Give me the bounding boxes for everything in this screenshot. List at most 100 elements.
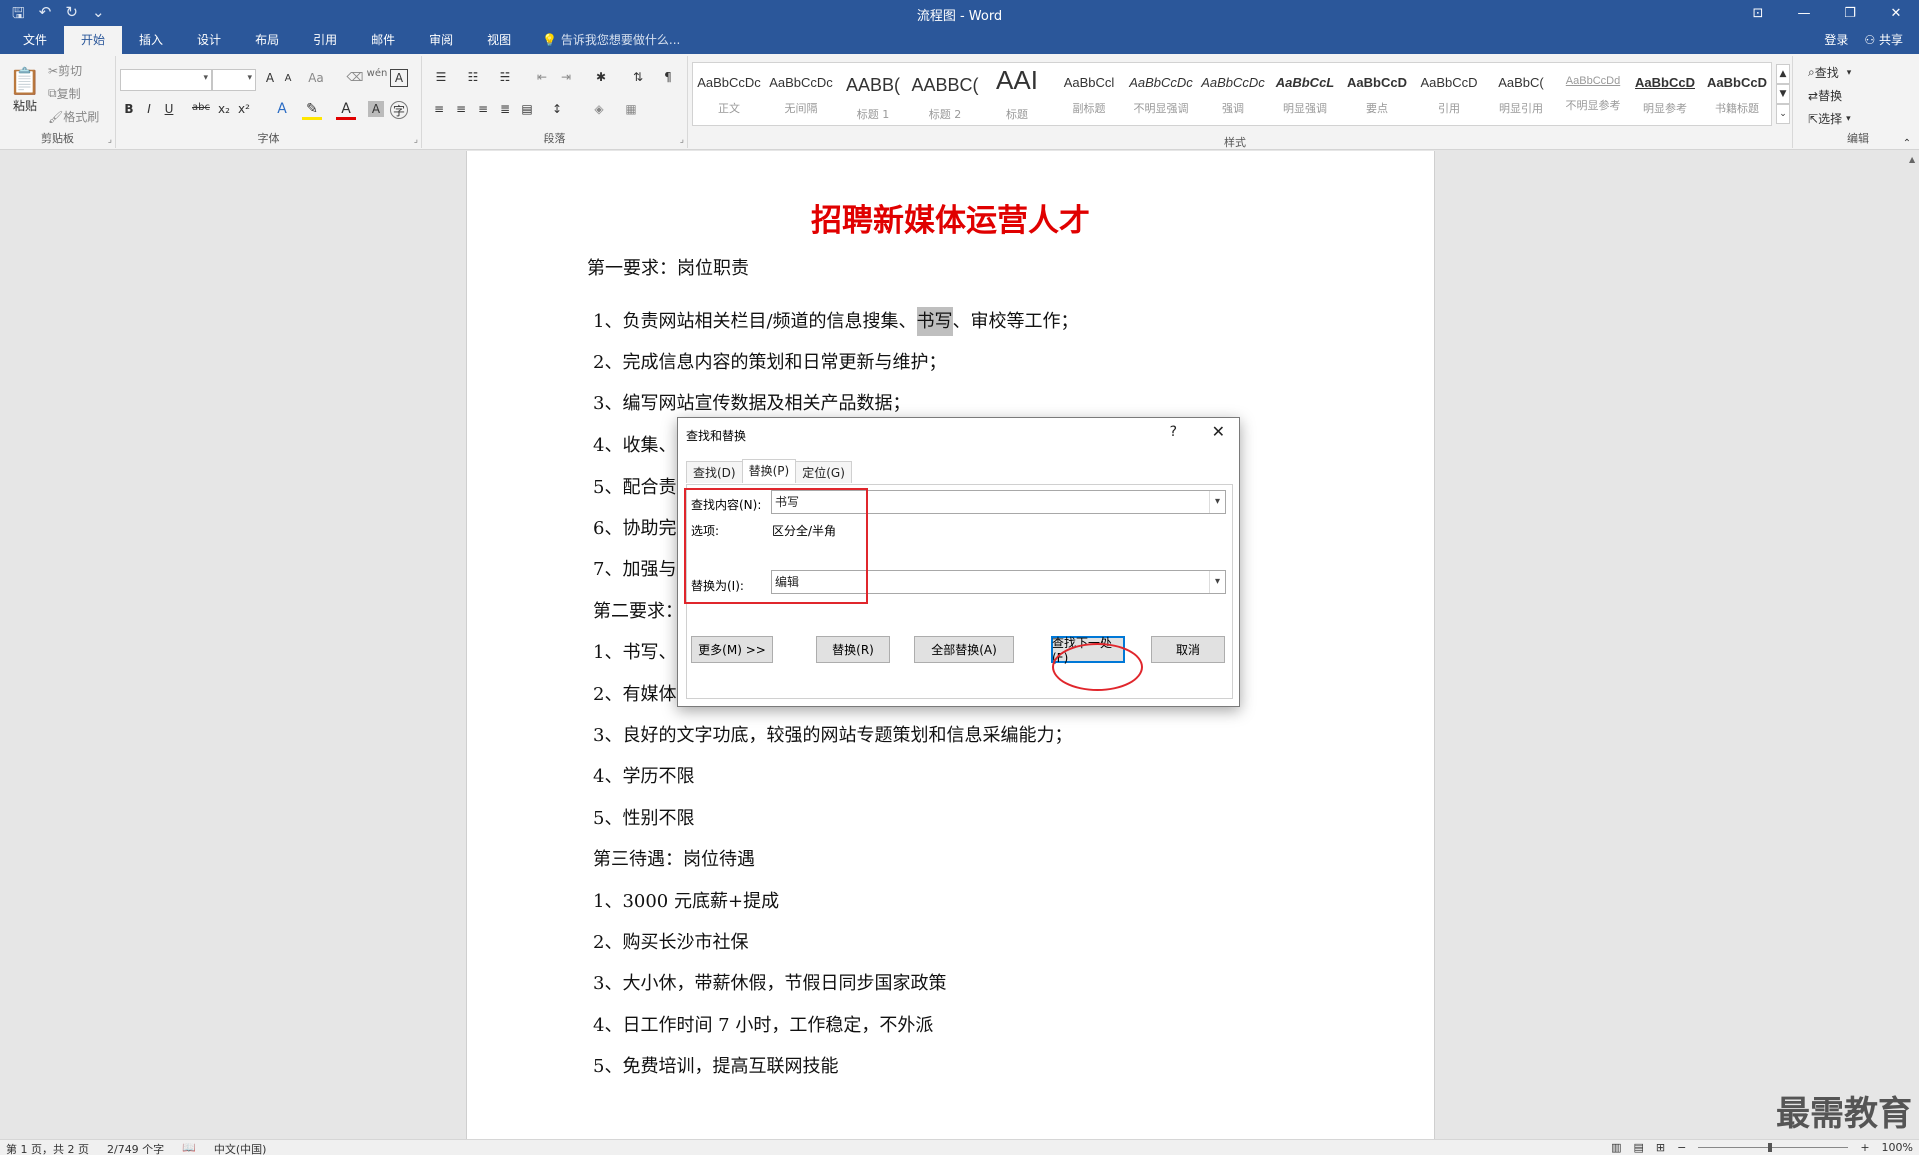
replace-all-button[interactable]: 全部替换(A) — [914, 636, 1014, 663]
line-spacing-icon[interactable]: ↕ — [546, 102, 568, 116]
bold-button[interactable]: B — [122, 102, 136, 116]
font-name-combo[interactable]: ▾ — [120, 69, 212, 91]
char-shading-icon[interactable]: A — [368, 101, 384, 117]
style-item[interactable]: AABB(标题 1 — [837, 63, 909, 125]
read-mode-icon[interactable]: ▥ — [1611, 1141, 1621, 1154]
phonetic-guide-icon[interactable]: wén — [367, 68, 388, 79]
tab-4[interactable]: 布局 — [238, 26, 296, 54]
shading-icon[interactable]: ◈ — [588, 102, 610, 116]
dialog-launcher-icon[interactable]: ⌟ — [108, 135, 112, 145]
collapse-ribbon-icon[interactable]: ⌃ — [1900, 138, 1914, 149]
shrink-font-button[interactable]: A — [281, 73, 295, 84]
style-item[interactable]: AaBbCcDc 正文 — [693, 63, 765, 125]
multilevel-list-icon[interactable]: ☵ — [494, 70, 516, 84]
italic-button[interactable]: I — [142, 102, 156, 116]
dialog-tab-2[interactable]: 定位(G) — [795, 461, 852, 483]
tab-2[interactable]: 插入 — [122, 26, 180, 54]
underline-button[interactable]: U — [162, 102, 176, 116]
help-icon[interactable]: ? — [1170, 424, 1177, 440]
style-item[interactable]: AaBbC(明显引用 — [1485, 63, 1557, 125]
tab-6[interactable]: 邮件 — [354, 26, 412, 54]
style-item[interactable]: AaBbCcDd 不明显参考 — [1557, 63, 1629, 125]
distributed-icon[interactable]: ▤ — [518, 102, 536, 116]
chinese-layout-icon[interactable]: ✱ — [590, 70, 612, 84]
zoom-slider[interactable] — [1698, 1143, 1849, 1152]
justify-icon[interactable]: ≣ — [496, 102, 514, 116]
cancel-button[interactable]: 取消 — [1151, 636, 1225, 663]
page-count[interactable]: 第 1 页，共 2 页 — [6, 1141, 89, 1155]
dialog-tab-1[interactable]: 替换(P) — [741, 459, 797, 483]
print-layout-icon[interactable]: ▤ — [1633, 1141, 1643, 1154]
char-border-icon[interactable]: A — [390, 69, 408, 87]
clear-format-icon[interactable]: ⌫ — [346, 70, 364, 84]
close-icon[interactable]: ✕ — [1212, 422, 1225, 441]
language-indicator[interactable]: 中文(中国) — [214, 1141, 267, 1155]
replace-button[interactable]: ⇄ 替换 — [1808, 87, 1842, 104]
selected-text[interactable]: 书写 — [916, 307, 953, 336]
minimize-icon[interactable]: — — [1781, 0, 1827, 26]
bullets-icon[interactable]: ☰ — [430, 70, 452, 84]
dialog-tab-0[interactable]: 查找(D) — [686, 461, 743, 483]
strikethrough-button[interactable]: abc — [190, 102, 212, 113]
tab-1[interactable]: 开始 — [64, 26, 123, 54]
font-color-icon[interactable]: A — [336, 101, 356, 120]
styles-scroll-up-icon[interactable]: ▲ — [1776, 64, 1790, 84]
word-count[interactable]: 2/749 个字 — [107, 1141, 164, 1155]
login-link[interactable]: 登录 — [1824, 26, 1848, 54]
ribbon-display-icon[interactable]: ⊡ — [1735, 0, 1781, 26]
align-right-icon[interactable]: ≡ — [474, 102, 492, 116]
zoom-out-icon[interactable]: − — [1677, 1141, 1686, 1154]
copy-button[interactable]: ⧉ 复制 — [48, 85, 81, 102]
style-item[interactable]: AaBbCcD 书籍标题 — [1701, 63, 1773, 125]
style-item[interactable]: AaBbCcD 明显参考 — [1629, 63, 1701, 125]
replace-button[interactable]: 替换(R) — [816, 636, 890, 663]
tab-0[interactable]: 文件 — [6, 26, 64, 54]
style-item[interactable]: AABBC(标题 2 — [909, 63, 981, 125]
share-button[interactable]: ⚇ 共享 — [1864, 26, 1903, 54]
proofing-icon[interactable]: 📖 — [182, 1141, 196, 1155]
change-case-button[interactable]: Aa — [304, 71, 328, 85]
numbering-icon[interactable]: ☷ — [462, 70, 484, 84]
find-button[interactable]: ⌕ 查找 ▾ — [1808, 64, 1851, 81]
select-button[interactable]: ⇱ 选择 ▾ — [1808, 110, 1851, 127]
align-left-icon[interactable]: ≡ — [430, 102, 448, 116]
style-item[interactable]: AAI 标题 — [981, 63, 1053, 125]
vertical-scrollbar[interactable]: ▲ — [1905, 151, 1919, 1139]
style-item[interactable]: AaBbCcDc 无间隔 — [765, 63, 837, 125]
styles-scroll-down-icon[interactable]: ▼ — [1776, 84, 1790, 104]
tab-8[interactable]: 视图 — [470, 26, 528, 54]
highlight-icon[interactable]: ✎ — [302, 101, 322, 120]
style-item[interactable]: AaBbCcDc 强调 — [1197, 63, 1269, 125]
restore-icon[interactable]: ❐ — [1827, 0, 1873, 26]
dialog-launcher-icon[interactable]: ⌟ — [680, 135, 684, 145]
style-item[interactable]: AaBbCcD 要点 — [1341, 63, 1413, 125]
style-item[interactable]: AaBbCcD 引用 — [1413, 63, 1485, 125]
chevron-down-icon[interactable]: ▾ — [1209, 491, 1225, 513]
scroll-up-icon[interactable]: ▲ — [1909, 155, 1915, 164]
increase-indent-icon[interactable]: ⇥ — [556, 70, 576, 84]
show-marks-icon[interactable]: ¶ — [658, 70, 678, 84]
grow-font-button[interactable]: A — [262, 71, 278, 85]
web-layout-icon[interactable]: ⊞ — [1656, 1141, 1665, 1154]
zoom-slider-handle[interactable] — [1768, 1143, 1773, 1152]
decrease-indent-icon[interactable]: ⇤ — [532, 70, 552, 84]
cut-button[interactable]: ✂ 剪切 — [48, 62, 82, 79]
superscript-button[interactable]: x² — [236, 102, 252, 116]
borders-icon[interactable]: ▦ — [620, 102, 642, 116]
paste-button[interactable]: 📋 粘贴 — [8, 62, 42, 118]
align-center-icon[interactable]: ≡ — [452, 102, 470, 116]
subscript-button[interactable]: x₂ — [216, 102, 232, 116]
tab-3[interactable]: 设计 — [180, 26, 238, 54]
dialog-launcher-icon[interactable]: ⌟ — [414, 135, 418, 145]
tell-me-search[interactable]: 💡 告诉我您想要做什么... — [528, 26, 680, 54]
style-item[interactable]: AaBbCcDc 不明显强调 — [1125, 63, 1197, 125]
more-button[interactable]: 更多(M) >> — [691, 636, 773, 663]
format-painter-button[interactable]: 🖌 格式刷 — [48, 108, 99, 125]
style-item[interactable]: AaBbCcL 明显强调 — [1269, 63, 1341, 125]
sort-icon[interactable]: ⇅ — [628, 70, 648, 84]
styles-more-icon[interactable]: ⌄ — [1776, 104, 1790, 124]
text-effects-icon[interactable]: A — [272, 101, 292, 117]
style-item[interactable]: AaBbCcl 副标题 — [1053, 63, 1125, 125]
tab-7[interactable]: 审阅 — [412, 26, 470, 54]
close-icon[interactable]: ✕ — [1873, 0, 1919, 26]
